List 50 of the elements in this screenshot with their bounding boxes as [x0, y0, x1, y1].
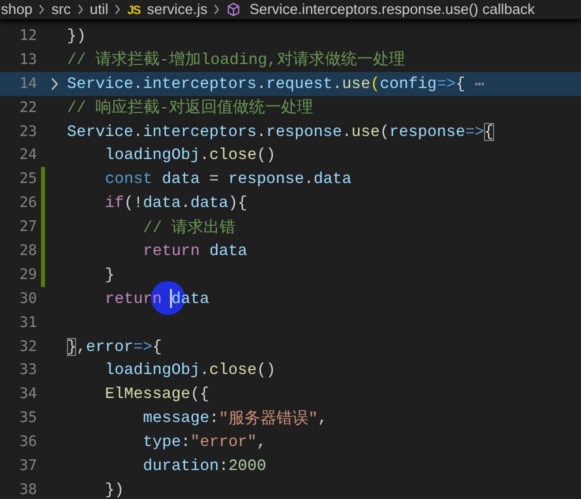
line-number: 27 — [18, 219, 37, 236]
fold-chevron-icon[interactable] — [50, 76, 59, 91]
code-line: if(!data.data){ — [104, 194, 248, 212]
line-number: 14 — [18, 76, 37, 92]
line-number: 25 — [18, 171, 37, 188]
line-number: 36 — [18, 434, 37, 450]
breadcrumb-item[interactable]: Service.interceptors.response.use() callback — [249, 2, 535, 18]
code-line: // 请求出错 — [142, 218, 236, 238]
code-line: Service.interceptors.request.use(config=>{ ⋯ — [67, 74, 484, 94]
line-number: 13 — [18, 52, 37, 68]
breadcrumb-item[interactable]: src — [51, 2, 71, 18]
line-number: 37 — [18, 458, 37, 474]
code-line: } — [104, 266, 114, 284]
code-line: loadingObj.close() — [104, 146, 276, 164]
code-line: duration:2000 — [142, 456, 266, 475]
line-number: 30 — [18, 290, 37, 307]
chevron-icon — [213, 4, 220, 15]
chevron-icon — [114, 4, 122, 15]
code-line: },error=>{ — [67, 338, 162, 356]
code-line: // 请求拦截-增加loading,对请求做统一处理 — [67, 50, 405, 70]
line-number: 32 — [18, 338, 37, 355]
code-line: ElMessage({ — [104, 385, 210, 404]
code-line: const data = response.data — [104, 170, 352, 188]
breadcrumb-item[interactable]: util — [90, 2, 108, 18]
line-number: 34 — [18, 386, 37, 402]
breadcrumb-item[interactable]: service.js — [147, 2, 208, 18]
code-line: Service.interceptors.response.use(response=>{ — [67, 122, 494, 140]
breadcrumb-item[interactable]: shop — [1, 2, 32, 18]
code-line: }) — [67, 26, 86, 45]
chevron-icon — [38, 4, 46, 15]
code-line: // 响应拦截-对返回值做统一处理 — [67, 98, 313, 118]
chevron-icon — [76, 4, 84, 15]
line-number: 33 — [18, 362, 37, 378]
line-number: 22 — [18, 100, 37, 116]
line-number: 31 — [18, 314, 37, 331]
line-number: 29 — [18, 266, 37, 283]
line-number: 24 — [18, 147, 37, 164]
code-line: return data — [142, 242, 248, 260]
line-number: 35 — [18, 410, 37, 426]
code-line: loadingObj.close() — [104, 361, 276, 380]
line-number: 26 — [18, 195, 37, 212]
cube-icon — [226, 2, 242, 17]
line-number: 23 — [18, 124, 37, 140]
line-number: 28 — [18, 242, 37, 259]
code-line: message:"服务器错误", — [142, 408, 328, 429]
js-file-icon: JS — [127, 2, 140, 16]
line-number: 38 — [18, 482, 37, 498]
line-number: 12 — [18, 28, 37, 44]
code-line: }) — [104, 480, 124, 499]
code-line: type:"error", — [142, 433, 266, 452]
